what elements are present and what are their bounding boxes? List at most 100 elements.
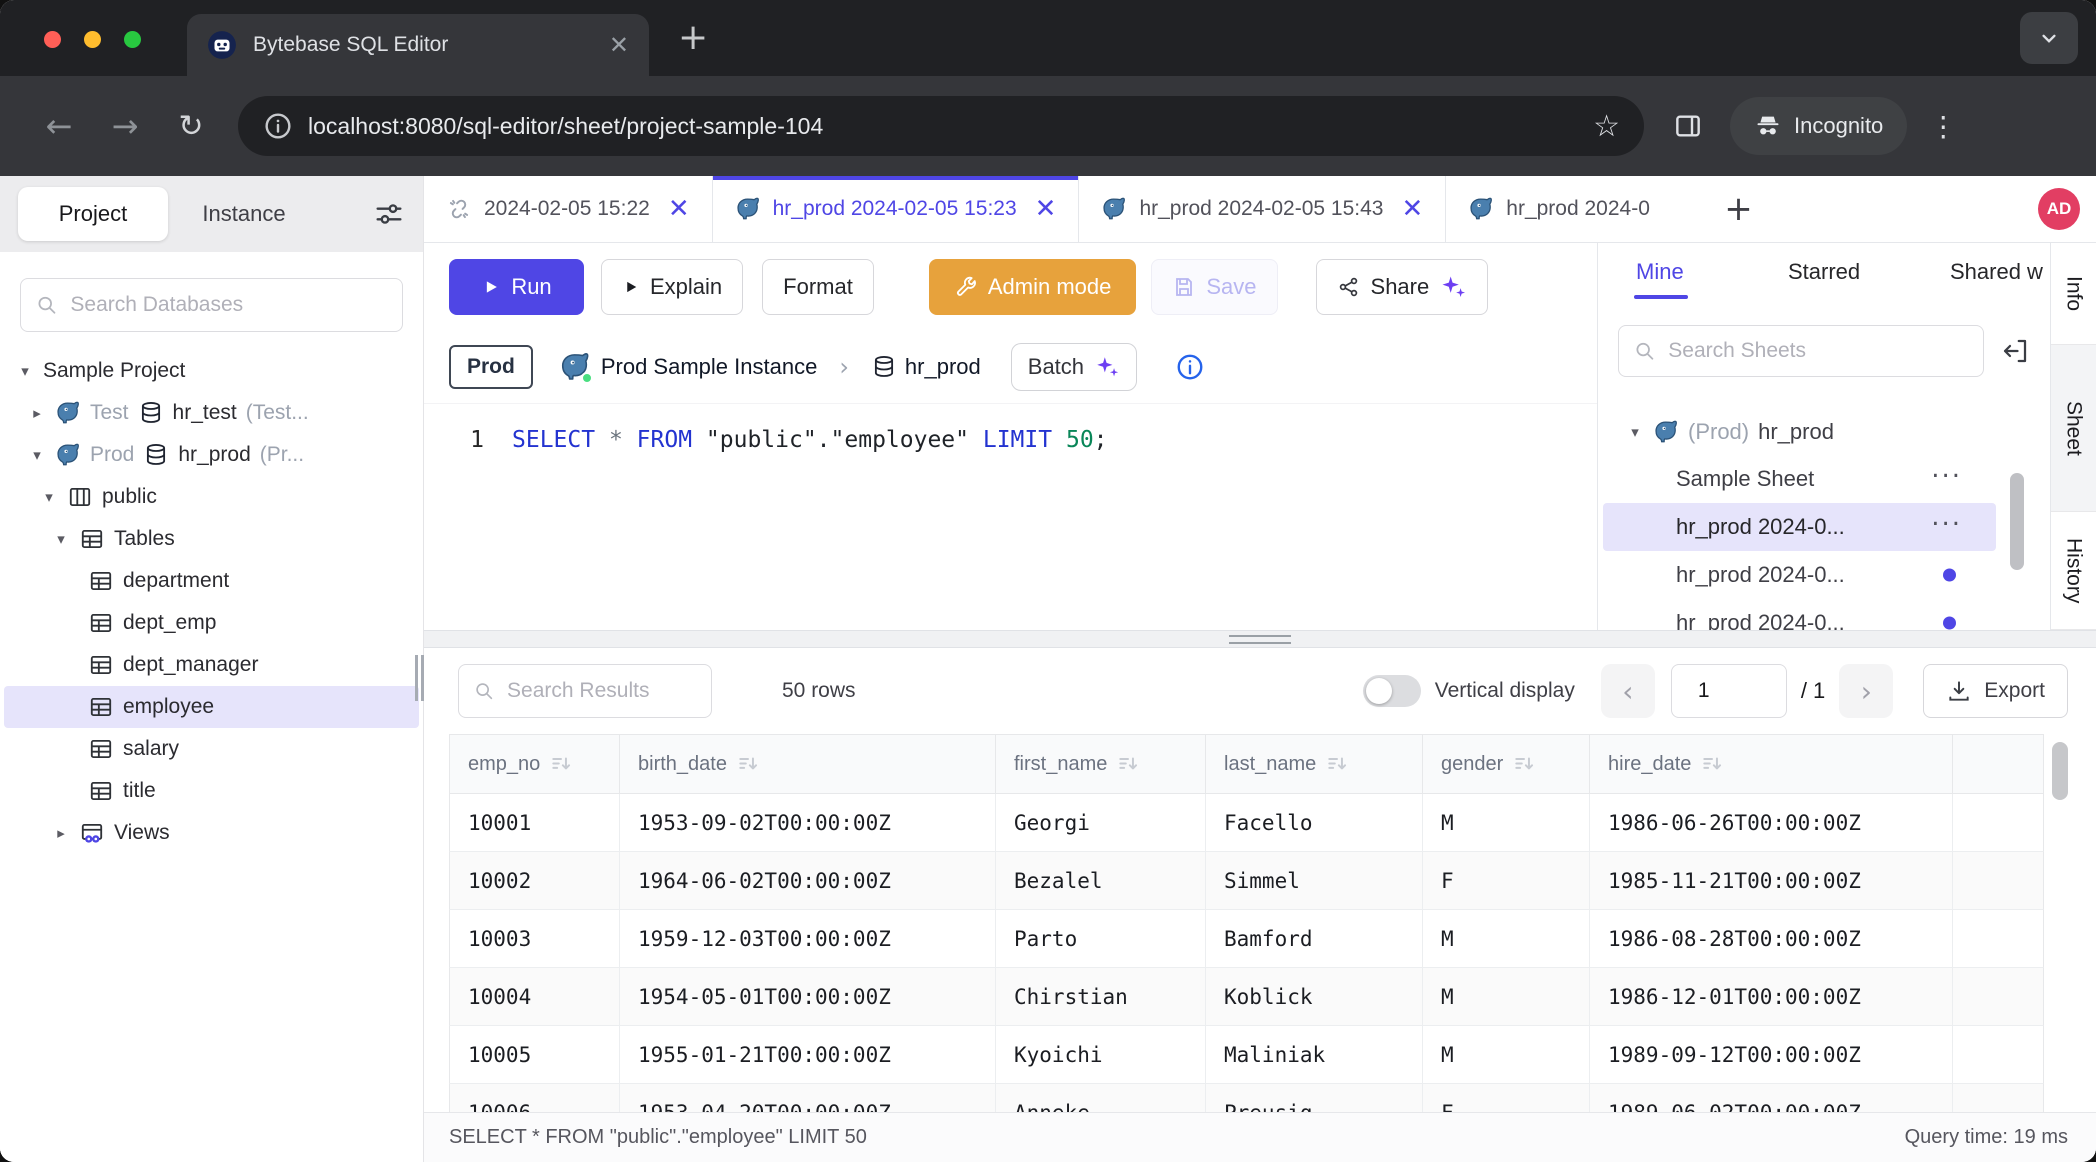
table-cell[interactable]: 1953-04-20T00:00:00Z — [620, 1084, 996, 1112]
table-cell[interactable]: 1989-06-02T00:00:00Z — [1590, 1084, 1953, 1112]
editor-tab-2[interactable]: hr_prod 2024-02-05 15:23✕ — [713, 176, 1080, 242]
tree-table-department[interactable]: department — [0, 560, 423, 602]
table-row-4[interactable]: 100041954-05-01T00:00:00ZChirstianKoblic… — [449, 968, 2044, 1026]
table-cell[interactable]: Maliniak — [1206, 1026, 1423, 1083]
table-cell[interactable]: Bezalel — [996, 852, 1206, 909]
database-name[interactable]: hr_prod — [905, 354, 981, 380]
tab-shared-with-me[interactable]: Shared w — [1950, 259, 2043, 285]
tree-table-dept_manager[interactable]: dept_manager — [0, 644, 423, 686]
column-header-first_name[interactable]: first_name — [996, 735, 1206, 793]
database-search[interactable] — [20, 278, 403, 332]
table-row-5[interactable]: 100051955-01-21T00:00:00ZKyoichiMaliniak… — [449, 1026, 2044, 1084]
page-number-input[interactable] — [1671, 664, 1787, 718]
table-cell[interactable]: 10002 — [450, 852, 620, 909]
forward-button[interactable]: → — [92, 107, 158, 145]
tree-table-salary[interactable]: salary — [0, 728, 423, 770]
editor-tab-4[interactable]: hr_prod 2024-0 — [1446, 176, 1708, 242]
sheet-group-hr-prod[interactable]: ▾ (Prod) hr_prod — [1598, 409, 2050, 455]
export-button[interactable]: Export — [1923, 664, 2068, 718]
table-cell[interactable]: 1989-09-12T00:00:00Z — [1590, 1026, 1953, 1083]
share-button[interactable]: Share — [1316, 259, 1489, 315]
chevron-down-icon[interactable]: ▾ — [1626, 423, 1644, 441]
new-sheet-tab-button[interactable]: + — [1708, 176, 1769, 242]
split-divider[interactable] — [424, 630, 2096, 648]
back-button[interactable]: ← — [26, 107, 92, 145]
results-scrollbar[interactable] — [2052, 742, 2068, 800]
column-header-gender[interactable]: gender — [1423, 735, 1590, 793]
tree-db-hr-test[interactable]: ▸ Test hr_test (Test... — [0, 392, 423, 434]
table-cell[interactable]: M — [1423, 910, 1590, 967]
tab-starred[interactable]: Starred — [1788, 259, 1860, 285]
table-cell[interactable]: F — [1423, 1084, 1590, 1112]
column-header-emp_no[interactable]: emp_no — [450, 735, 620, 793]
table-cell[interactable] — [1953, 794, 2044, 851]
sheet-item-2[interactable]: hr_prod 2024-0...··· — [1603, 503, 1996, 551]
results-search[interactable] — [458, 664, 712, 718]
browser-tab-close-icon[interactable]: ✕ — [609, 31, 629, 59]
table-cell[interactable]: M — [1423, 968, 1590, 1025]
sheet-list-scrollbar[interactable] — [2010, 473, 2024, 570]
explain-button[interactable]: Explain — [601, 259, 743, 315]
sheet-search-input[interactable] — [1668, 339, 1969, 363]
site-info-icon[interactable] — [262, 110, 294, 142]
editor-tab-3[interactable]: hr_prod 2024-02-05 15:43✕ — [1079, 176, 1446, 242]
sort-icon[interactable] — [550, 753, 572, 775]
chevron-down-icon[interactable]: ▾ — [28, 446, 46, 464]
sheet-item-4[interactable]: hr_prod 2024-0... — [1603, 599, 1996, 630]
side-tab-info[interactable]: Info — [2051, 243, 2096, 345]
table-cell[interactable] — [1953, 852, 2044, 909]
batch-mode-button[interactable]: Batch — [1011, 343, 1137, 391]
editor-tab-1[interactable]: 2024-02-05 15:22✕ — [424, 176, 713, 242]
sheet-item-menu-icon[interactable]: ··· — [1931, 510, 1962, 540]
sort-icon[interactable] — [1326, 753, 1348, 775]
table-cell[interactable]: 1986-12-01T00:00:00Z — [1590, 968, 1953, 1025]
new-browser-tab-button[interactable]: + — [678, 14, 708, 62]
table-row-2[interactable]: 100021964-06-02T00:00:00ZBezalelSimmelF1… — [449, 852, 2044, 910]
tab-search-chevron-button[interactable] — [2020, 12, 2078, 64]
divider-drag-handle[interactable] — [1229, 635, 1291, 644]
results-search-input[interactable] — [507, 679, 697, 703]
window-minimize-button[interactable] — [84, 31, 101, 48]
save-button[interactable]: Save — [1151, 259, 1277, 315]
window-close-button[interactable] — [44, 31, 61, 48]
chevron-down-icon[interactable]: ▾ — [52, 530, 70, 548]
column-header-hire_date[interactable]: hire_date — [1590, 735, 1953, 793]
table-cell[interactable] — [1953, 1084, 2044, 1112]
sort-icon[interactable] — [1701, 753, 1723, 775]
vertical-display-toggle[interactable] — [1363, 675, 1421, 707]
next-page-button[interactable]: › — [1839, 664, 1893, 718]
database-search-input[interactable] — [70, 293, 388, 317]
tab-instance[interactable]: Instance — [168, 201, 320, 227]
sheet-item-1[interactable]: Sample Sheet··· — [1603, 455, 1996, 503]
table-cell[interactable]: M — [1423, 794, 1590, 851]
table-cell[interactable]: 1955-01-21T00:00:00Z — [620, 1026, 996, 1083]
table-cell[interactable]: 1953-09-02T00:00:00Z — [620, 794, 996, 851]
table-cell[interactable]: Anneke — [996, 1084, 1206, 1112]
table-cell[interactable]: Kyoichi — [996, 1026, 1206, 1083]
table-cell[interactable]: 1986-06-26T00:00:00Z — [1590, 794, 1953, 851]
table-cell[interactable]: 10001 — [450, 794, 620, 851]
chevron-down-icon[interactable]: ▾ — [40, 488, 58, 506]
table-cell[interactable] — [1953, 910, 2044, 967]
tree-table-title[interactable]: title — [0, 770, 423, 812]
side-tab-sheet[interactable]: Sheet — [2051, 345, 2096, 512]
instance-name[interactable]: Prod Sample Instance — [601, 354, 817, 380]
table-cell[interactable]: Koblick — [1206, 968, 1423, 1025]
tab-project[interactable]: Project — [18, 187, 168, 241]
tree-views-group[interactable]: ▸ Views — [0, 812, 423, 854]
table-cell[interactable]: Chirstian — [996, 968, 1206, 1025]
collapse-panel-icon[interactable] — [2000, 336, 2030, 366]
side-panel-icon[interactable] — [1672, 110, 1704, 142]
chevron-down-icon[interactable]: ▾ — [16, 362, 34, 380]
sort-icon[interactable] — [737, 753, 759, 775]
table-cell[interactable]: 1986-08-28T00:00:00Z — [1590, 910, 1953, 967]
table-cell[interactable]: M — [1423, 1026, 1590, 1083]
user-avatar[interactable]: AD — [2038, 188, 2080, 230]
sidebar-resize-handle[interactable] — [415, 655, 418, 701]
table-cell[interactable]: Parto — [996, 910, 1206, 967]
table-cell[interactable]: 10004 — [450, 968, 620, 1025]
close-tab-icon[interactable]: ✕ — [1035, 194, 1057, 224]
table-cell[interactable]: 10005 — [450, 1026, 620, 1083]
table-row-6[interactable]: 100061953-04-20T00:00:00ZAnnekePreusigF1… — [449, 1084, 2044, 1112]
info-icon[interactable] — [1175, 352, 1205, 382]
